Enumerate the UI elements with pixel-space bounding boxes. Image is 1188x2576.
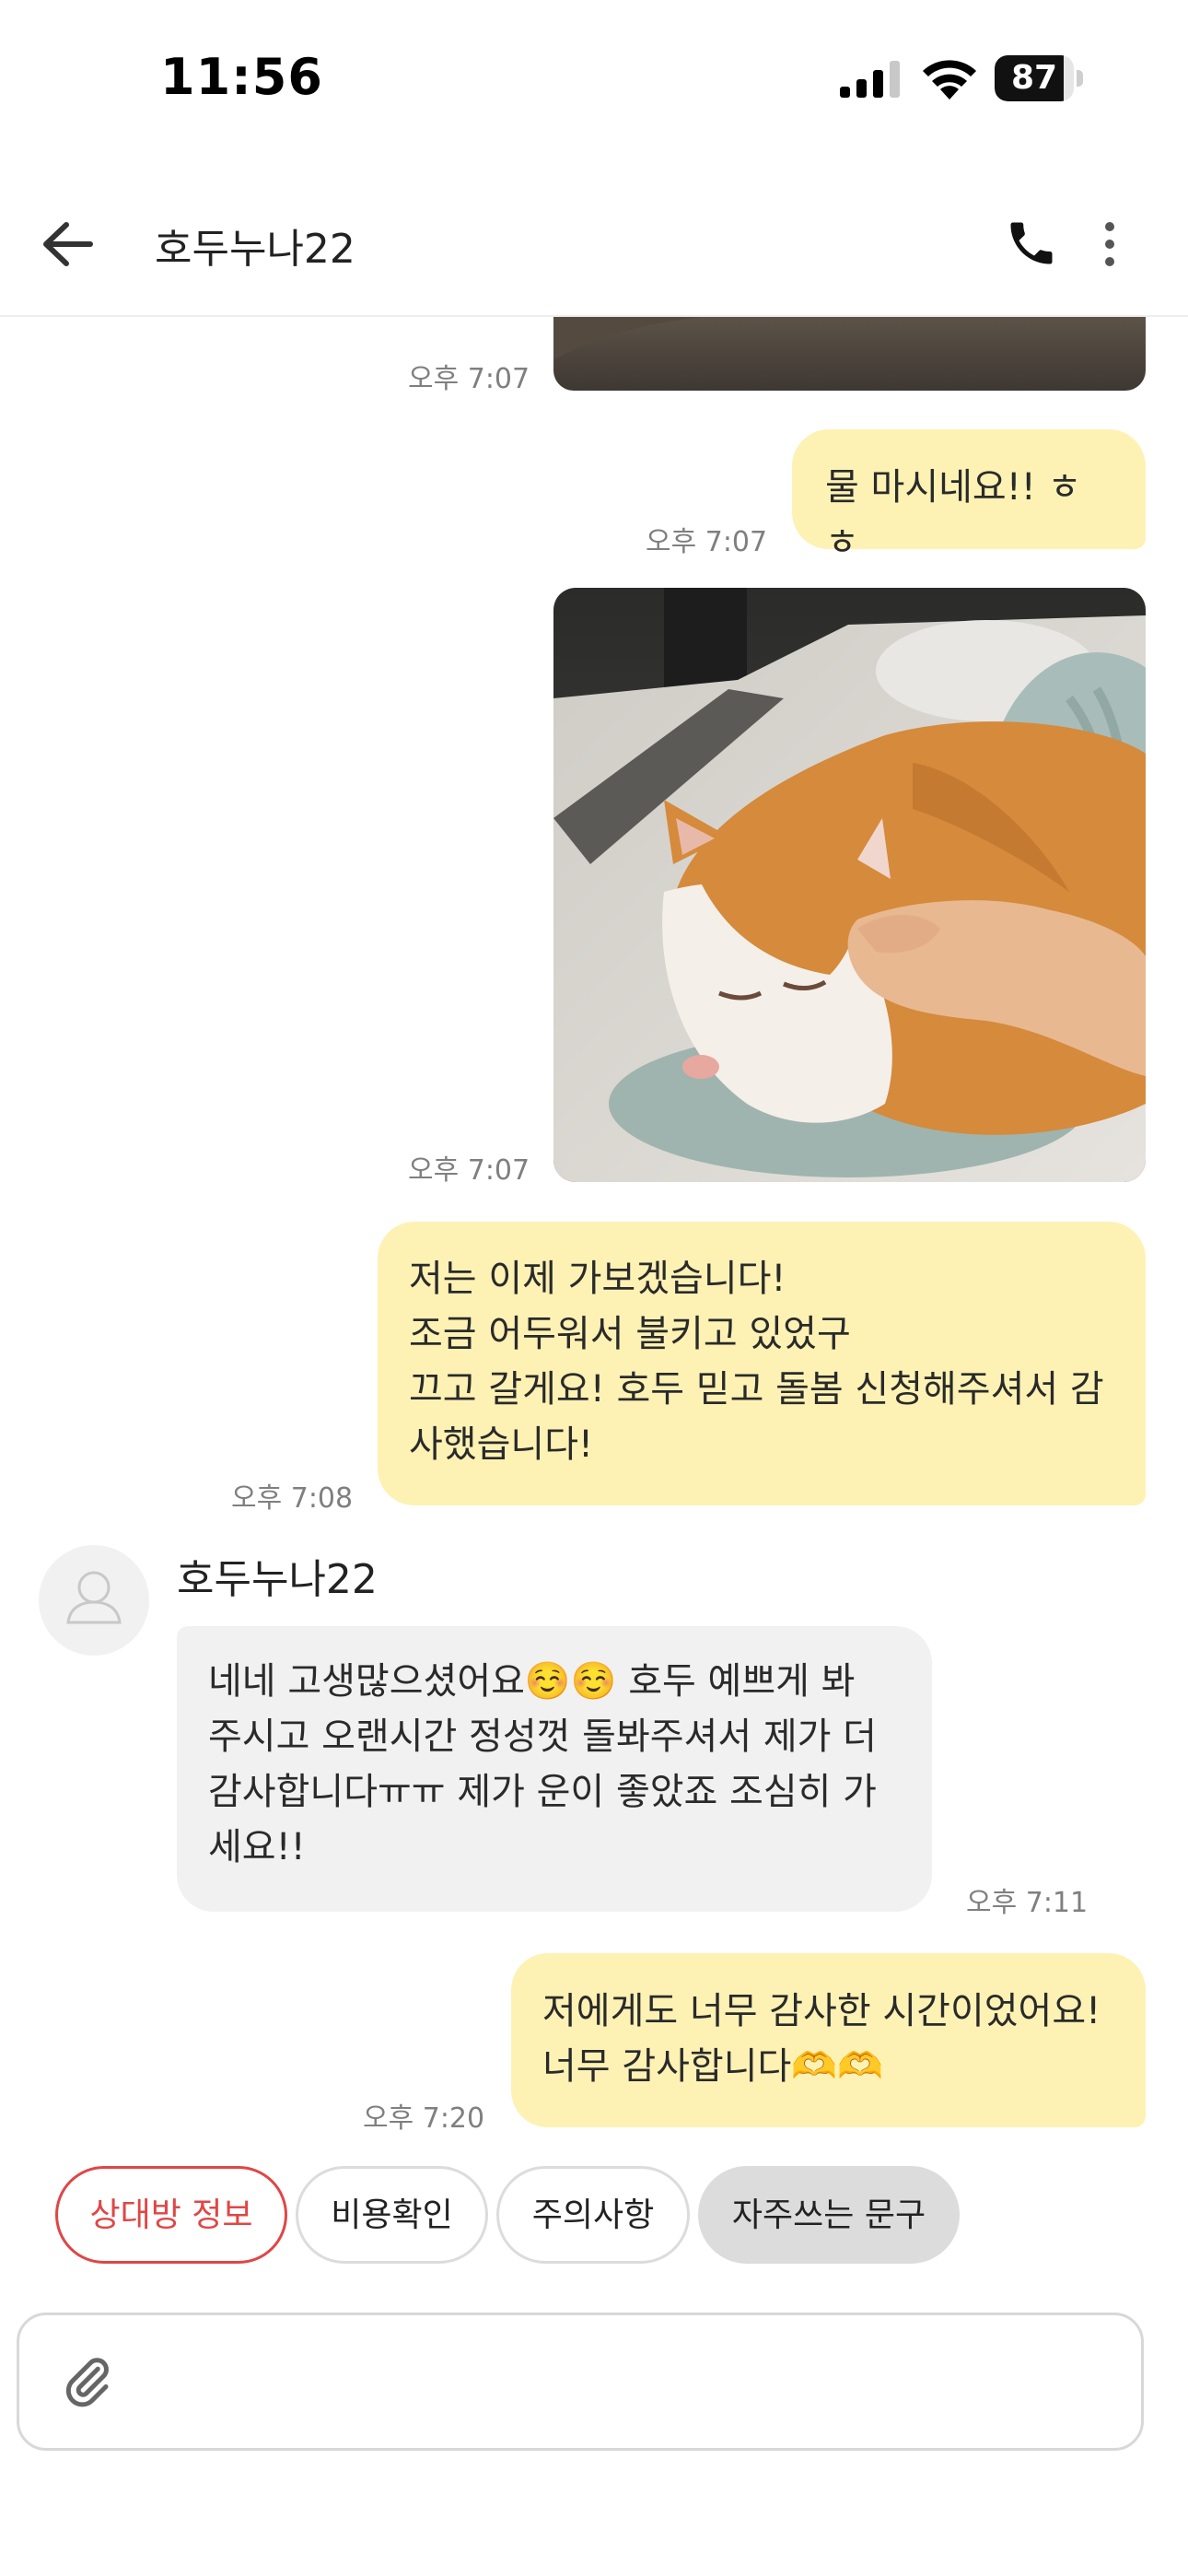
message-time: 오후 7:20 <box>363 2102 485 2135</box>
message-composer <box>17 2313 1144 2451</box>
partner-info-button[interactable]: 상대방 정보 <box>55 2166 287 2264</box>
message-input[interactable] <box>139 2343 1119 2422</box>
wifi-icon <box>923 60 976 100</box>
their-message-bubble[interactable]: 네네 고생많으셨어요☺️☺️ 호두 예쁘게 봐 주시고 오랜시간 정성껏 돌봐주… <box>177 1626 932 1912</box>
message-time: 오후 7:11 <box>966 1887 1089 1919</box>
more-vertical-icon[interactable] <box>1096 212 1124 276</box>
user-placeholder-icon <box>66 1571 122 1624</box>
status-time: 11:56 <box>160 48 323 106</box>
cost-check-button[interactable]: 비용확인 <box>296 2166 488 2264</box>
message-time: 오후 7:07 <box>408 1154 530 1187</box>
frequent-phrases-button[interactable]: 자주쓰는 문구 <box>698 2166 960 2264</box>
message-time: 오후 7:08 <box>231 1482 354 1515</box>
paperclip-icon[interactable] <box>60 2354 115 2409</box>
precautions-button[interactable]: 주의사항 <box>496 2166 690 2264</box>
my-message-bubble[interactable]: 저에게도 너무 감사한 시간이었어요! 너무 감사합니다🫶🫶 <box>511 1953 1146 2127</box>
avatar[interactable] <box>39 1545 149 1656</box>
my-message-bubble[interactable]: 저는 이제 가보겠습니다! 조금 어두워서 불키고 있었구 끄고 갈게요! 호두… <box>378 1222 1146 1505</box>
battery-indicator: 87 <box>995 55 1083 101</box>
message-photo[interactable] <box>553 588 1146 1182</box>
message-time: 오후 7:07 <box>408 363 530 395</box>
cellular-signal-icon <box>840 61 900 98</box>
message-time: 오후 7:07 <box>646 526 768 558</box>
arrow-left-icon[interactable] <box>35 212 99 276</box>
phone-icon[interactable] <box>1004 216 1059 271</box>
my-message-bubble[interactable]: 물 마시네요!! ㅎㅎ <box>792 429 1146 564</box>
battery-level: 87 <box>1010 59 1058 97</box>
sender-name: 호두누나22 <box>177 1556 378 1603</box>
chat-title: 호두누나22 <box>155 226 355 273</box>
chat-header: 호두누나22 <box>0 184 1188 317</box>
